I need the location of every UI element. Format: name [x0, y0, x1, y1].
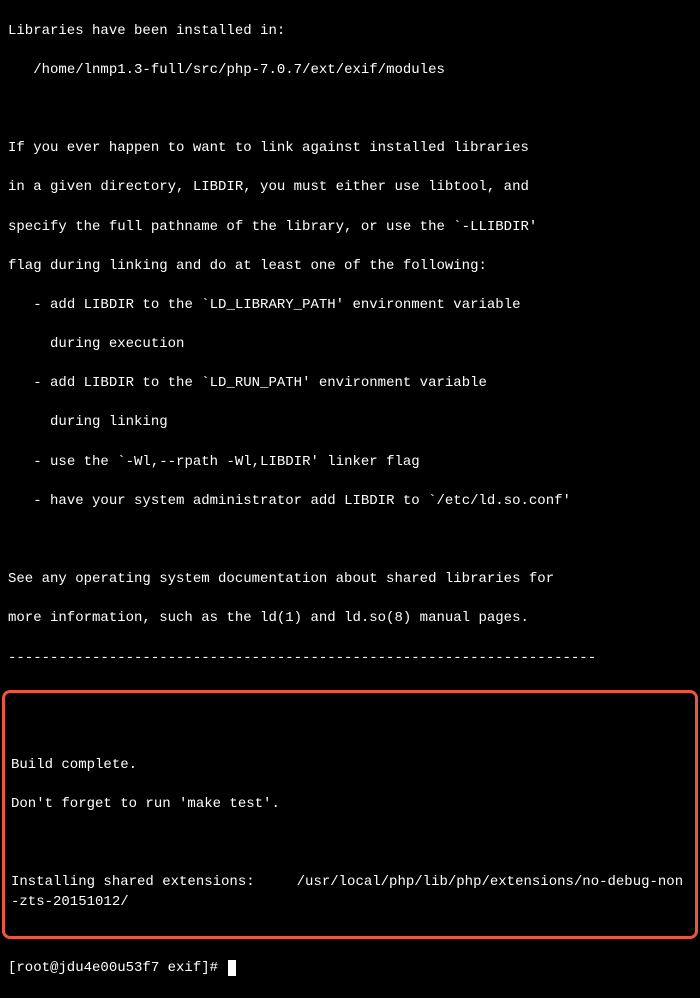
- cursor-icon: [228, 960, 236, 976]
- output-line: - add LIBDIR to the `LD_RUN_PATH' enviro…: [8, 374, 692, 394]
- output-line: /home/lnmp1.3-full/src/php-7.0.7/ext/exi…: [8, 61, 692, 81]
- output-blank: [11, 716, 689, 736]
- highlighted-region: Build complete. Don't forget to run 'mak…: [2, 690, 698, 939]
- output-line: during execution: [8, 335, 692, 355]
- output-line: during linking: [8, 413, 692, 433]
- output-line: flag during linking and do at least one …: [8, 257, 692, 277]
- output-blank: [8, 100, 692, 120]
- output-line: Libraries have been installed in:: [8, 22, 692, 42]
- output-line: more information, such as the ld(1) and …: [8, 609, 692, 629]
- output-separator: ----------------------------------------…: [8, 649, 692, 669]
- output-line: specify the full pathname of the library…: [8, 218, 692, 238]
- make-test-line: Don't forget to run 'make test'.: [11, 795, 689, 815]
- terminal-output: Libraries have been installed in: /home/…: [8, 2, 692, 998]
- output-blank: [11, 834, 689, 854]
- shell-prompt[interactable]: [root@jdu4e00u53f7 exif]#: [8, 959, 692, 979]
- output-line: in a given directory, LIBDIR, you must e…: [8, 178, 692, 198]
- output-line: See any operating system documentation a…: [8, 570, 692, 590]
- install-extensions-line: Installing shared extensions: /usr/local…: [11, 873, 689, 912]
- build-complete-line: Build complete.: [11, 756, 689, 776]
- output-line: - add LIBDIR to the `LD_LIBRARY_PATH' en…: [8, 296, 692, 316]
- output-line: - have your system administrator add LIB…: [8, 492, 692, 512]
- output-blank: [8, 531, 692, 551]
- output-line: If you ever happen to want to link again…: [8, 139, 692, 159]
- output-line: - use the `-Wl,--rpath -Wl,LIBDIR' linke…: [8, 453, 692, 473]
- prompt-text: [root@jdu4e00u53f7 exif]#: [8, 959, 226, 979]
